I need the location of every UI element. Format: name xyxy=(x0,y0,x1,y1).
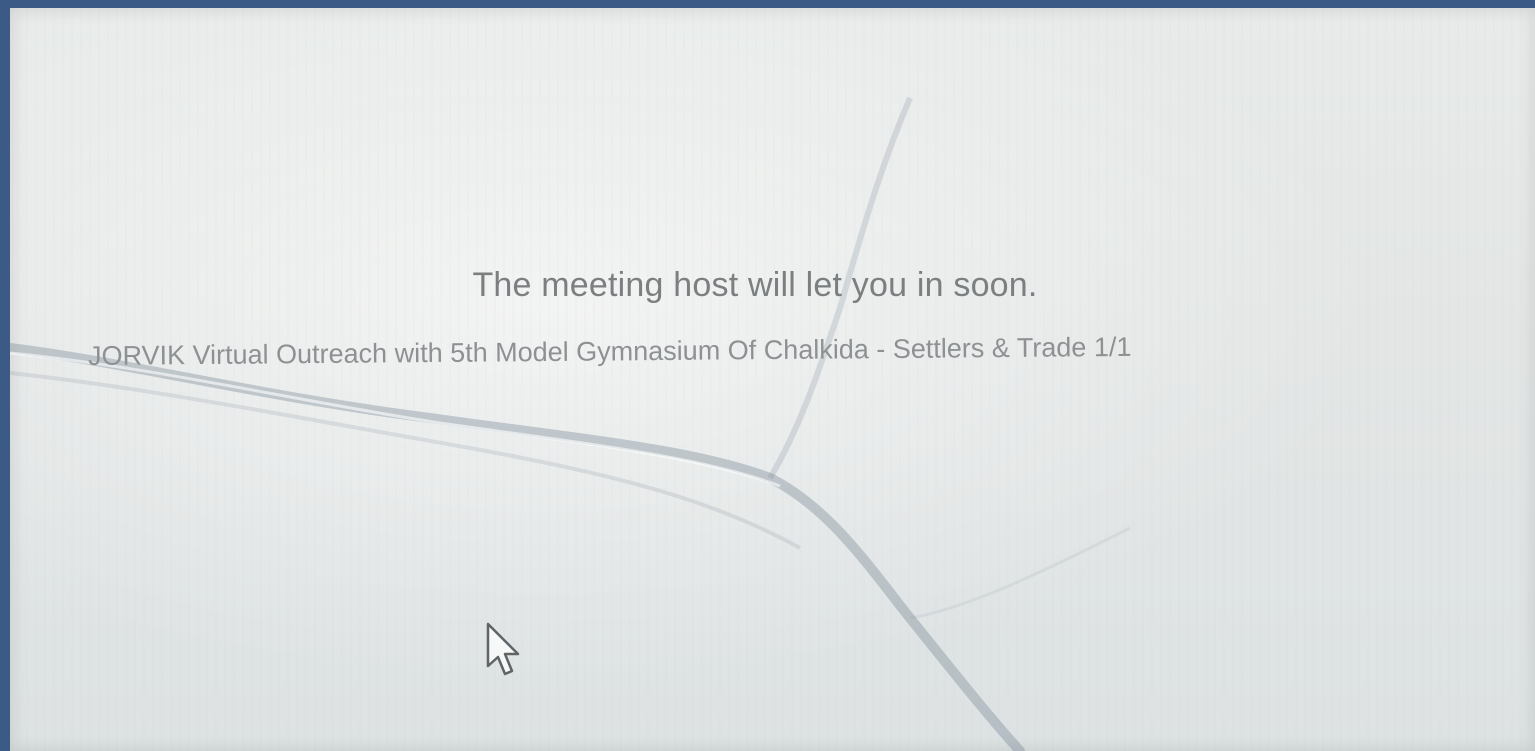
screen-crack-overlay xyxy=(10,96,1131,751)
moire-overlay xyxy=(10,8,1535,751)
meeting-topic: JORVIK Virtual Outreach with 5th Model G… xyxy=(87,331,1132,371)
mouse-pointer-icon xyxy=(486,622,520,676)
waiting-room-screen: The meeting host will let you in soon. J… xyxy=(10,8,1535,751)
waiting-message: The meeting host will let you in soon. xyxy=(472,266,1038,304)
